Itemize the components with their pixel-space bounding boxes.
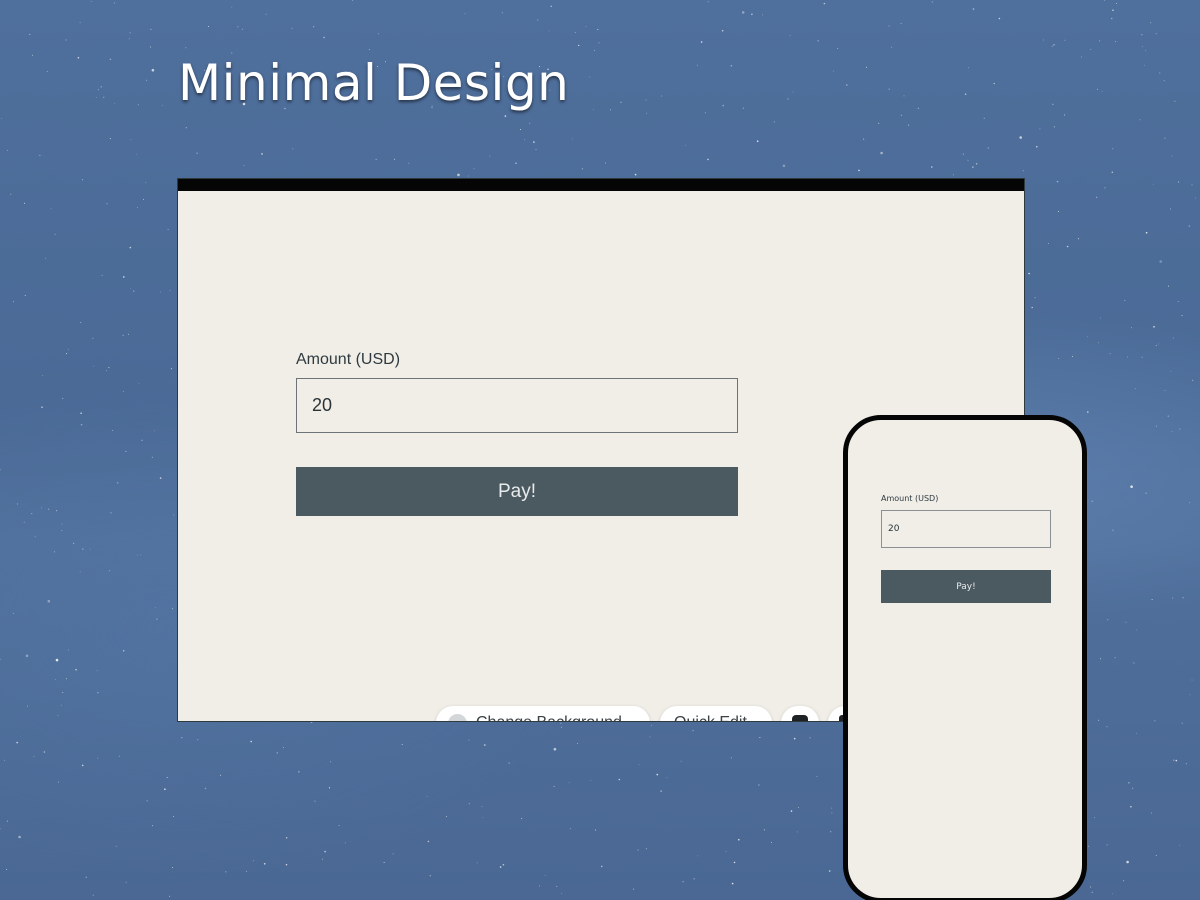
pay-button[interactable]: Pay! bbox=[296, 467, 738, 516]
mobile-amount-label: Amount (USD) bbox=[881, 494, 939, 503]
amount-label: Amount (USD) bbox=[296, 351, 401, 368]
page-title: Minimal Design bbox=[178, 54, 570, 112]
change-background-label: Change Background bbox=[476, 714, 622, 721]
mobile-preview: Amount (USD) Pay! bbox=[843, 415, 1087, 900]
theme-button[interactable] bbox=[781, 706, 819, 721]
amount-input[interactable] bbox=[296, 378, 738, 433]
browser-top-bar bbox=[178, 179, 1024, 191]
mobile-pay-button[interactable]: Pay! bbox=[881, 570, 1051, 603]
quick-edit-label: Quick Edit bbox=[674, 714, 747, 721]
quick-edit-button[interactable]: Quick Edit bbox=[660, 706, 772, 721]
theme-icon bbox=[792, 715, 808, 721]
background-icon bbox=[448, 714, 467, 721]
change-background-button[interactable]: Change Background bbox=[436, 706, 650, 721]
mobile-amount-input[interactable] bbox=[881, 510, 1051, 548]
